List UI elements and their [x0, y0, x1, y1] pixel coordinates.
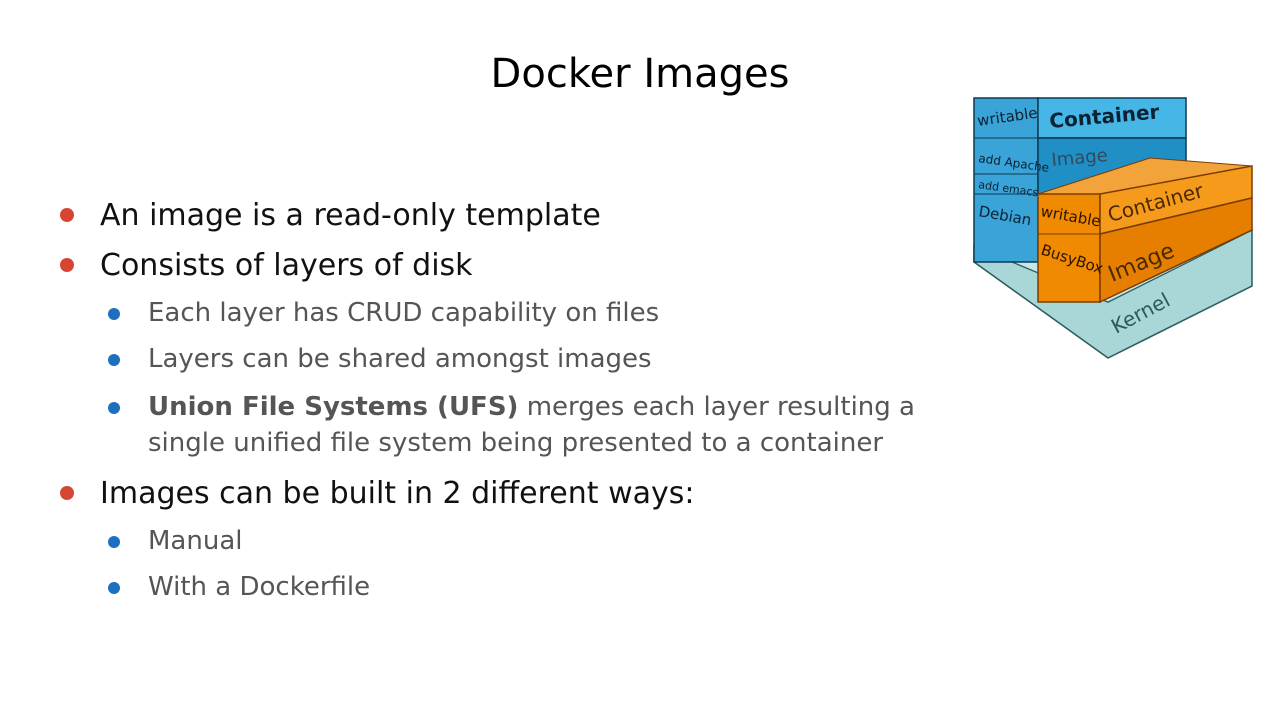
sub-bullet-text: Union File Systems (UFS) merges each lay… [148, 389, 948, 461]
sub-bullet-dot [108, 354, 120, 366]
sub-bullet-text: Manual [148, 526, 243, 556]
sub-bullet-manual: Manual [108, 523, 242, 559]
bullet-dot [60, 486, 74, 500]
ufs-term: Union File Systems (UFS) [148, 392, 519, 422]
sub-bullet-ufs: Union File Systems (UFS) merges each lay… [108, 389, 948, 461]
sub-bullet-shared: Layers can be shared amongst images [108, 341, 652, 377]
bullet-text: Consists of layers of disk [100, 248, 473, 283]
sub-bullet-dot [108, 402, 120, 414]
sub-bullet-text: Layers can be shared amongst images [148, 344, 652, 374]
docker-layers-diagram: writable add Apache add emacs Debian Con… [972, 97, 1254, 359]
sub-bullet-dot [108, 582, 120, 594]
bullet-layers: Consists of layers of disk [60, 246, 473, 286]
bullet-dot [60, 258, 74, 272]
bullet-build-ways: Images can be built in 2 different ways: [60, 474, 694, 514]
sub-bullet-text: Each layer has CRUD capability on files [148, 298, 660, 328]
sub-bullet-crud: Each layer has CRUD capability on files [108, 295, 659, 331]
bullet-text: Images can be built in 2 different ways: [100, 476, 695, 511]
sub-bullet-text: With a Dockerfile [148, 572, 371, 602]
sub-bullet-dockerfile: With a Dockerfile [108, 569, 370, 605]
bullet-text: An image is a read-only template [100, 198, 601, 233]
slide: Docker Images An image is a read-only te… [0, 0, 1280, 720]
sub-bullet-dot [108, 536, 120, 548]
bullet-dot [60, 208, 74, 222]
bullet-read-only: An image is a read-only template [60, 196, 601, 236]
sub-bullet-dot [108, 308, 120, 320]
